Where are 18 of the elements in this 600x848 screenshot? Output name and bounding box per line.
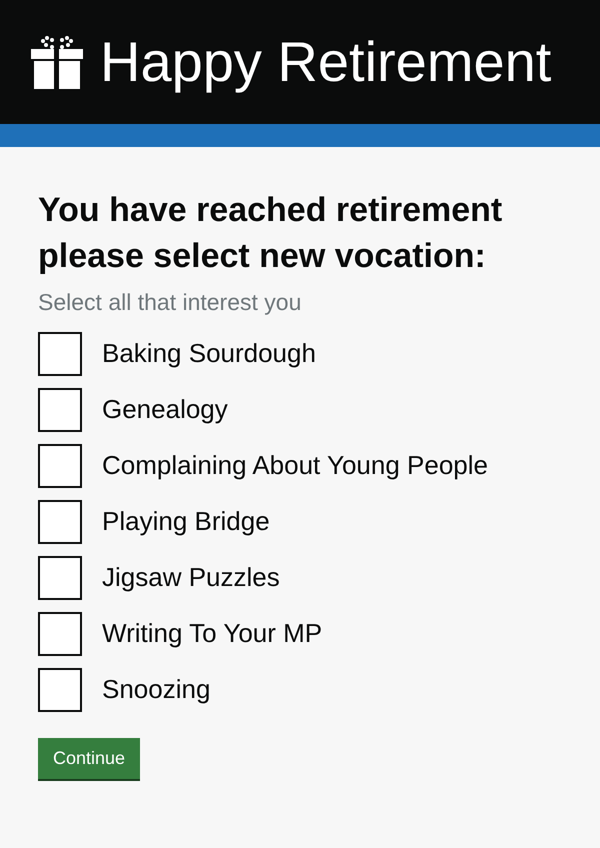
checkbox[interactable] [38, 444, 82, 488]
checkbox[interactable] [38, 388, 82, 432]
hint-text: Select all that interest you [38, 288, 302, 317]
checkbox[interactable] [38, 556, 82, 600]
option-label[interactable]: Complaining About Young People [102, 446, 488, 485]
checkbox[interactable] [38, 668, 82, 712]
checkbox[interactable] [38, 612, 82, 656]
checkbox[interactable] [38, 500, 82, 544]
form-heading: You have reached retirement please select new vocation: [38, 190, 504, 277]
checkbox[interactable] [38, 332, 82, 376]
gift-icon [30, 35, 84, 89]
option-label[interactable]: Writing To Your MP [102, 614, 322, 653]
option-label[interactable]: Snoozing [102, 670, 210, 709]
option-label[interactable]: Genealogy [102, 390, 228, 429]
option-label[interactable]: Jigsaw Puzzles [102, 558, 280, 597]
option-label[interactable]: Baking Sourdough [102, 334, 316, 373]
option-label[interactable]: Playing Bridge [102, 502, 270, 541]
continue-button[interactable]: Continue [38, 738, 140, 778]
